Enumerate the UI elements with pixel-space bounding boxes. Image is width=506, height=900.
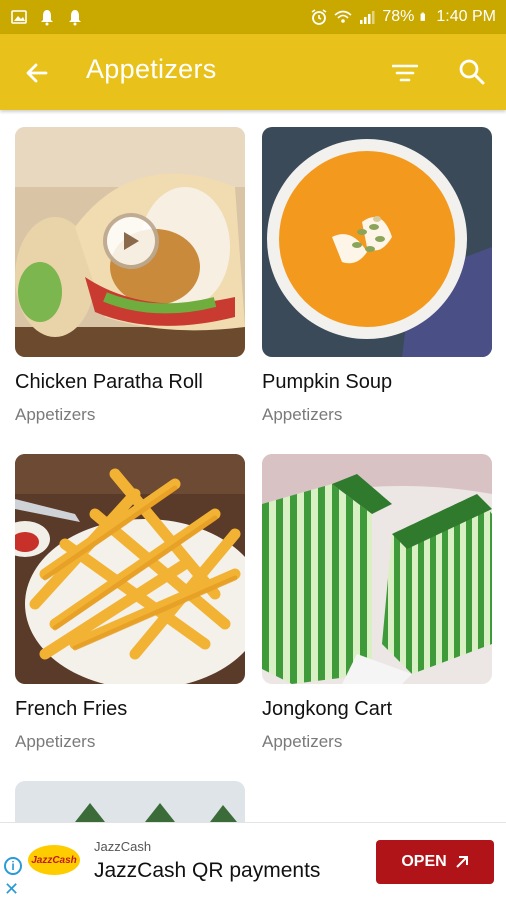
recipe-title: French Fries — [15, 698, 128, 720]
recipe-image[interactable] — [15, 781, 245, 822]
recipe-card[interactable]: Jongkong Cart Appetizers — [262, 454, 494, 751]
ad-open-button[interactable]: OPEN — [376, 840, 494, 884]
ad-headline: JazzCash QR payments — [94, 859, 321, 882]
recipe-image[interactable] — [262, 454, 492, 684]
play-video-button[interactable] — [103, 213, 159, 269]
arrow-left-icon — [26, 63, 48, 83]
ad-brand: JazzCash — [94, 839, 152, 854]
recipe-title: Pumpkin Soup — [262, 371, 393, 393]
recipe-partial-image — [15, 781, 245, 822]
recipe-image[interactable] — [15, 127, 245, 357]
image-notification-icon — [11, 10, 27, 24]
page-title: Appetizers — [86, 54, 217, 84]
recipe-card[interactable]: Chicken Paratha Roll Appetizers — [15, 127, 247, 424]
bell-notification-icon — [41, 10, 53, 26]
app-bar: Appetizers — [0, 34, 506, 110]
ad-banner[interactable]: i ✕ JazzCash JazzCash JazzCash QR paymen… — [0, 822, 506, 900]
recipe-card[interactable] — [15, 781, 247, 822]
filter-button[interactable] — [390, 58, 420, 88]
recipe-title: Chicken Paratha Roll — [15, 371, 203, 393]
recipe-card[interactable]: French Fries Appetizers — [15, 454, 247, 751]
recipe-card[interactable]: Pumpkin Soup Appetizers — [262, 127, 494, 424]
battery-percent: 78% — [382, 8, 415, 25]
battery-icon — [420, 12, 426, 21]
pumpkin-soup-image — [262, 127, 492, 357]
status-bar: 78% 1:40 PM — [0, 0, 506, 34]
status-right: 78% 1:40 PM — [310, 8, 496, 26]
alarm-icon — [311, 9, 327, 25]
ad-close-icon[interactable]: ✕ — [4, 879, 19, 900]
jongkong-image — [262, 454, 492, 684]
recipe-category: Appetizers — [15, 732, 96, 751]
ad-info-icon[interactable]: i — [4, 857, 22, 875]
recipe-image[interactable] — [262, 127, 492, 357]
ad-logo: JazzCash — [28, 845, 80, 875]
search-icon — [459, 59, 485, 85]
ad-open-label: OPEN — [401, 853, 447, 870]
clock: 1:40 PM — [436, 8, 496, 25]
recipe-category: Appetizers — [15, 405, 96, 424]
bell-notification-icon — [69, 10, 81, 26]
recipe-category: Appetizers — [262, 405, 343, 424]
recipe-image[interactable] — [15, 454, 245, 684]
arrow-up-right-icon — [455, 856, 468, 868]
filter-icon — [392, 64, 418, 82]
search-button[interactable] — [456, 56, 488, 88]
recipe-title: Jongkong Cart — [262, 698, 393, 720]
french-fries-image — [15, 454, 245, 684]
status-left — [10, 8, 84, 26]
recipe-category: Appetizers — [262, 732, 343, 751]
back-button[interactable] — [22, 58, 52, 88]
play-icon — [124, 232, 139, 250]
wifi-icon — [334, 10, 352, 23]
signal-icon — [360, 11, 375, 24]
